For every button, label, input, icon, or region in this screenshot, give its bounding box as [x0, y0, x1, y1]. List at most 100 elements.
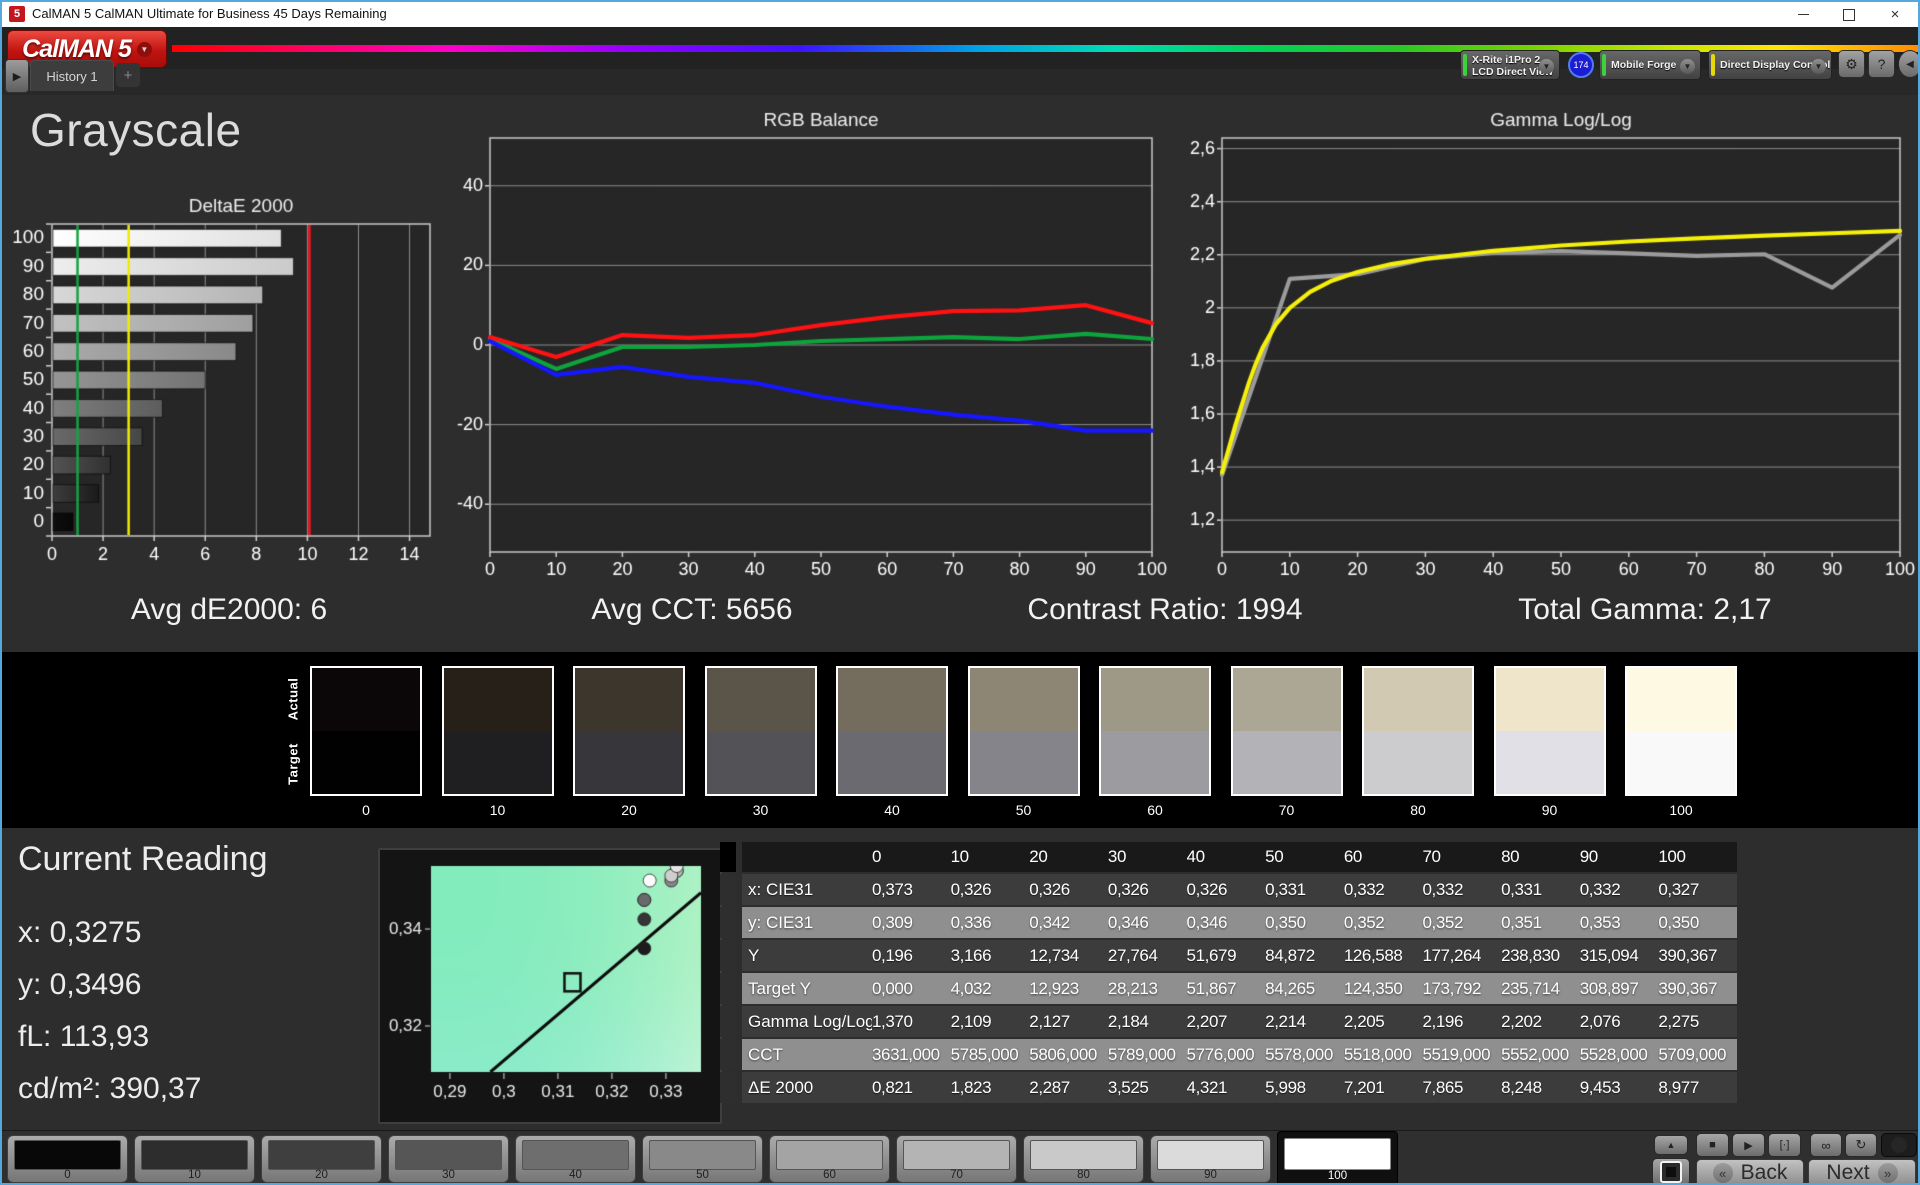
table-cell: 0,309	[872, 912, 913, 932]
play-button[interactable]: ▶	[1732, 1133, 1765, 1157]
grayscale-swatch-40: 40	[836, 666, 948, 818]
row-label: x: CIE31	[748, 879, 814, 899]
maximize-button[interactable]	[1828, 2, 1870, 27]
meter-button[interactable]: X-Rite i1Pro 2 LCD Direct View ▼	[1460, 50, 1560, 80]
maximize-icon	[1843, 8, 1855, 21]
table-cell: 2,214	[1265, 1011, 1306, 1031]
add-tab-button[interactable]: +	[116, 63, 140, 87]
pattern-patch-30[interactable]: 30	[388, 1135, 509, 1183]
pattern-window-button[interactable]	[1652, 1158, 1690, 1183]
table-cell: 5789,000	[1107, 1044, 1176, 1064]
contrast-ratio-stat: Contrast Ratio: 1994	[1027, 593, 1303, 626]
grayscale-swatch-10: 10	[441, 666, 554, 818]
chevron-down-icon: ▼	[136, 41, 152, 57]
help-button[interactable]: ?	[1868, 50, 1895, 78]
stop-icon: ■	[1709, 1139, 1716, 1151]
pattern-panel-up-button[interactable]: ▲	[1654, 1135, 1688, 1155]
table-cell: 2,196	[1422, 1011, 1463, 1031]
target-color	[312, 731, 420, 794]
pattern-patch-100[interactable]: 100	[1277, 1131, 1398, 1183]
table-cell: 0,350	[1658, 912, 1699, 932]
table-cell: 0,346	[1186, 912, 1228, 932]
target-color	[838, 731, 946, 794]
grayscale-swatch-0: 0	[310, 666, 422, 818]
target-color	[443, 731, 552, 794]
record-button[interactable]	[1881, 1133, 1917, 1157]
actual-color	[1495, 668, 1604, 731]
help-icon: ?	[1877, 56, 1886, 72]
table-cell: 5806,000	[1029, 1044, 1097, 1064]
patch-swatch	[1030, 1140, 1137, 1170]
continuous-measure-button[interactable]: ∞	[1810, 1133, 1842, 1157]
table-row-cct: CCT 3631,000 5785,000 5806,000 5789,000 5776,…	[742, 1039, 1737, 1070]
pattern-patch-80[interactable]: 80	[1023, 1135, 1144, 1183]
pattern-patch-10[interactable]: 10	[134, 1135, 255, 1183]
table-cell: 235,714	[1501, 978, 1560, 998]
pattern-patch-90[interactable]: 90	[1150, 1135, 1271, 1183]
workflow-arrow-button[interactable]: ▶	[5, 59, 29, 93]
back-button[interactable]: « Back	[1696, 1159, 1804, 1183]
charts-section: Grayscale Avg dE2000: 6 Avg CCT: 5656 Co…	[2, 94, 1918, 652]
single-measure-button[interactable]: [·]	[1768, 1133, 1801, 1157]
table-cell: 5578,000	[1265, 1044, 1333, 1064]
grayscale-swatch-20: 20	[573, 666, 685, 818]
actual-color	[1364, 668, 1472, 731]
chevrons-left-icon: «	[1712, 1163, 1733, 1183]
chevrons-right-icon: »	[1877, 1163, 1898, 1183]
table-cell: 2,076	[1579, 1011, 1621, 1031]
table-cell: 5709,000	[1658, 1044, 1727, 1064]
pattern-patch-40[interactable]: 40	[515, 1135, 636, 1183]
pattern-patch-0[interactable]: 0	[7, 1135, 128, 1183]
table-cell: 3631,000	[872, 1044, 940, 1064]
column-header: 20	[1029, 847, 1048, 866]
patch-swatch	[776, 1140, 883, 1170]
table-cell: 0,331	[1265, 879, 1306, 899]
pattern-patch-50[interactable]: 50	[642, 1135, 763, 1183]
target-color	[1101, 731, 1209, 794]
nav-bar: ▶ History 1 + X-Rite i1Pro 2 LCD Direct …	[2, 50, 1918, 95]
table-cell: 1,823	[950, 1077, 992, 1097]
column-header: 0	[872, 847, 882, 866]
next-button[interactable]: Next »	[1808, 1159, 1916, 1183]
reading-count-badge[interactable]: 174	[1568, 52, 1594, 78]
target-color	[969, 731, 1078, 794]
chevron-down-icon: ▼	[1811, 59, 1826, 74]
settings-button[interactable]: ⚙	[1838, 50, 1865, 78]
swatch-label: 20	[621, 802, 637, 818]
display-control-button[interactable]: Direct Display Control ▼	[1708, 50, 1832, 80]
pattern-source-button[interactable]: Mobile Forge ▼	[1599, 50, 1701, 80]
close-button[interactable]: ×	[1874, 2, 1916, 27]
pattern-patch-60[interactable]: 60	[769, 1135, 890, 1183]
table-cell: 0,196	[872, 945, 913, 965]
swatch-label: 80	[1410, 802, 1426, 818]
pattern-patch-70[interactable]: 70	[896, 1135, 1017, 1183]
stop-button[interactable]: ■	[1696, 1133, 1729, 1157]
pattern-patch-20[interactable]: 20	[261, 1135, 382, 1183]
chevron-down-icon: ▼	[1680, 59, 1695, 74]
table-scrollbar[interactable]	[720, 842, 736, 1108]
table-cell: 5519,000	[1422, 1044, 1491, 1064]
swatch-label: 30	[752, 802, 769, 818]
row-label: Y	[748, 945, 760, 965]
deltae-2000-bar-chart	[8, 198, 444, 578]
table-cell: 2,184	[1107, 1011, 1149, 1031]
table-cell: 124,350	[1343, 978, 1403, 998]
collapse-panel-button[interactable]: ◀	[1898, 50, 1918, 78]
patch-swatch	[903, 1140, 1010, 1170]
total-gamma-stat: Total Gamma: 2,17	[1518, 593, 1772, 626]
readings-section: Current Reading x: 0,3275 y: 0,3496 fL: …	[2, 828, 1918, 1130]
app-icon: 5	[9, 6, 25, 22]
grayscale-swatch-90: 90	[1493, 666, 1606, 818]
target-color	[1627, 731, 1735, 794]
tab-history-1[interactable]: History 1	[30, 60, 114, 91]
table-cell: 0,326	[1107, 879, 1149, 899]
table-cell: 0,352	[1343, 912, 1385, 932]
table-cell: 0,000	[872, 978, 913, 998]
grayscale-swatch-70: 70	[1230, 666, 1343, 818]
table-cell: 5785,000	[950, 1044, 1019, 1064]
column-header: 70	[1422, 847, 1441, 866]
patch-label: 100	[1327, 1170, 1348, 1182]
loop-button[interactable]: ↻	[1845, 1133, 1877, 1157]
patch-swatch	[1157, 1140, 1264, 1170]
minimize-button[interactable]	[1782, 2, 1824, 27]
